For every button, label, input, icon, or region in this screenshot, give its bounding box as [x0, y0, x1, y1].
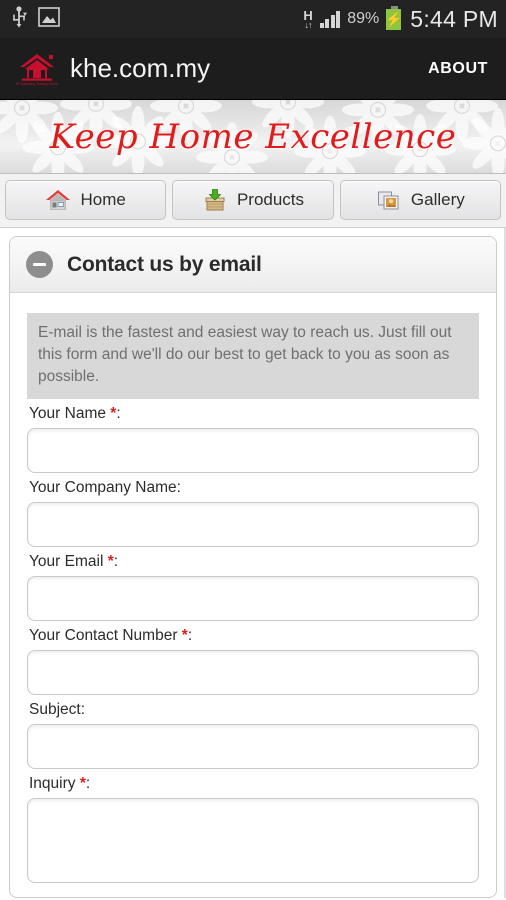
banner-tagline: Keep Home Excellence	[49, 116, 457, 157]
status-bar-clock: 5:44 PM	[410, 5, 498, 32]
label-email-suffix: :	[113, 553, 119, 570]
label-subject-suffix: :	[80, 701, 86, 718]
input-company[interactable]	[27, 502, 479, 547]
app-action-bar: KHE Marketing Trading Sdn Bhd khe.com.my…	[0, 38, 506, 100]
label-email: Your Email *:	[29, 553, 479, 571]
battery-percent-label: 89%	[347, 10, 380, 27]
input-contact[interactable]	[27, 650, 479, 695]
tab-products[interactable]: Products	[172, 180, 334, 220]
usb-icon	[10, 5, 28, 33]
label-inquiry: Inquiry *:	[29, 775, 479, 793]
input-subject[interactable]	[27, 724, 479, 769]
label-company-suffix: :	[176, 479, 181, 496]
tab-home[interactable]: Home	[5, 180, 167, 220]
android-status-bar: H ↓↑ 89% ⚡ 5:44 PM	[0, 0, 506, 38]
tab-gallery[interactable]: Gallery	[339, 180, 501, 220]
charging-bolt-glyph: ⚡	[385, 11, 403, 27]
label-contact: Your Contact Number *:	[29, 627, 479, 645]
primary-tab-bar: Home Products Gallery	[0, 174, 506, 228]
tab-gallery-label: Gallery	[410, 190, 465, 209]
form-intro-text: E-mail is the fastest and easiest way to…	[27, 313, 479, 399]
label-name-suffix: :	[116, 405, 121, 422]
input-name[interactable]	[27, 428, 479, 473]
input-email[interactable]	[27, 576, 479, 621]
page-content-scroll[interactable]: Contact us by email E-mail is the fastes…	[0, 228, 506, 898]
label-subject: Subject:	[29, 701, 479, 719]
network-data-arrows: ↓↑	[304, 19, 313, 30]
svg-text:KHE Marketing Trading Sdn Bhd: KHE Marketing Trading Sdn Bhd	[16, 82, 58, 86]
label-company: Your Company Name:	[29, 479, 479, 497]
photo-stack-icon	[376, 188, 402, 212]
khe-house-logo-icon: KHE Marketing Trading Sdn Bhd	[12, 51, 62, 87]
contact-form-body: E-mail is the fastest and easiest way to…	[10, 293, 496, 883]
label-name-text: Your Name	[29, 405, 106, 422]
picture-icon	[38, 6, 60, 32]
label-contact-suffix: :	[187, 627, 193, 644]
form-fields-list: Your Name *: Your Company Name: Your Email…	[27, 405, 479, 883]
label-company-text: Your Company Name	[29, 479, 177, 496]
status-bar-left-icons	[10, 5, 60, 33]
contact-form-card-header[interactable]: Contact us by email	[10, 237, 496, 293]
label-inquiry-suffix: :	[85, 775, 91, 792]
label-subject-text: Subject	[29, 701, 81, 718]
app-title: khe.com.my	[70, 53, 211, 83]
brand-banner: Keep Home Excellence	[0, 100, 506, 174]
label-inquiry-text: Inquiry	[29, 775, 76, 792]
battery-charging-icon: ⚡	[385, 5, 403, 30]
minus-circle-icon[interactable]	[26, 251, 53, 278]
house-icon	[45, 188, 71, 212]
card-title: Contact us by email	[67, 252, 262, 276]
label-name: Your Name *:	[29, 405, 479, 423]
input-inquiry[interactable]	[27, 798, 479, 883]
network-type-indicator: H ↓↑	[303, 9, 312, 30]
about-button[interactable]: ABOUT	[428, 60, 488, 78]
label-contact-text: Your Contact Number	[29, 627, 178, 644]
status-bar-right-icons: H ↓↑ 89% ⚡ 5:44 PM	[303, 5, 498, 33]
tab-products-label: Products	[236, 190, 305, 209]
contact-form-card: Contact us by email E-mail is the fastes…	[9, 236, 497, 898]
signal-strength-icon	[319, 10, 341, 28]
package-download-icon	[202, 188, 228, 212]
tab-home-label: Home	[80, 190, 126, 209]
label-email-text: Your Email	[29, 553, 104, 570]
